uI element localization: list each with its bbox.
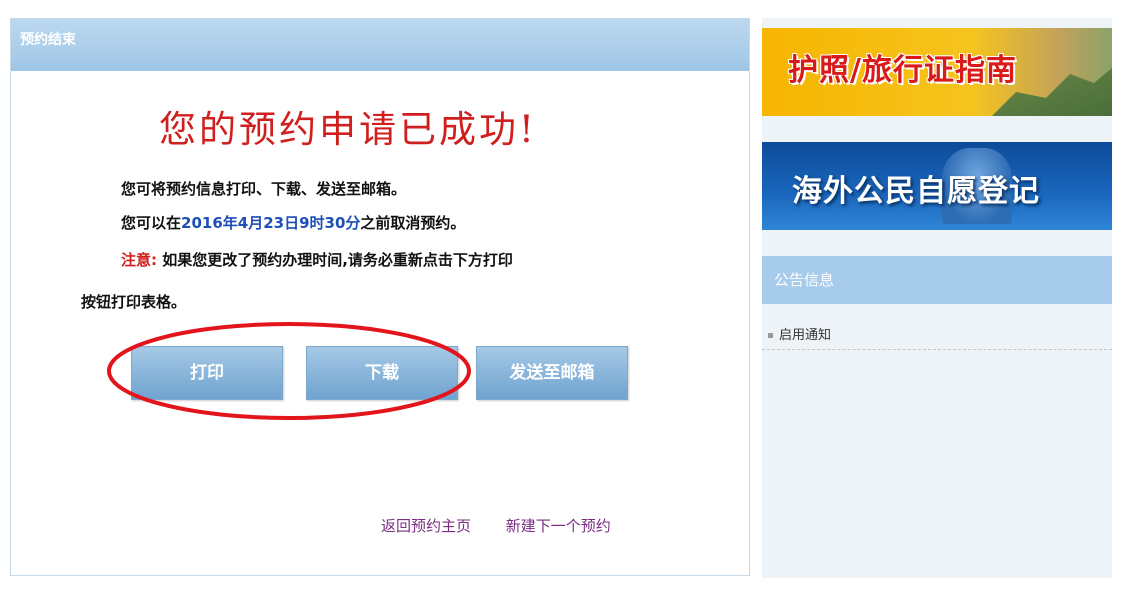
bottom-links: 返回预约主页 新建下一个预约 [381, 515, 641, 536]
passport-guide-banner[interactable]: 护照/旅行证指南 [762, 28, 1112, 116]
notice-item-label: 启用通知 [779, 328, 832, 343]
print-button[interactable]: 打印 [131, 346, 283, 400]
info-line-cancel-deadline: 您可以在2016年4月23日9时30分之前取消预约。 [121, 212, 465, 233]
back-home-link[interactable]: 返回预约主页 [381, 517, 471, 535]
notice-list: 启用通知 [762, 314, 1112, 350]
send-email-button[interactable]: 发送至邮箱 [476, 346, 628, 400]
success-title: 您的预约申请已成功! [159, 108, 537, 151]
cancel-suffix: 之前取消预约。 [360, 214, 466, 232]
panel-header: 预约结束 [11, 19, 749, 71]
info-line-notice: 注意: 如果您更改了预约办理时间,请务必重新点击下方打印 [121, 249, 513, 270]
main-panel: 预约结束 您的预约申请已成功! 您可将预约信息打印、下载、发送至邮箱。 您可以在… [10, 18, 750, 576]
notice-text: 如果您更改了预约办理时间,请务必重新点击下方打印 [162, 251, 513, 269]
download-button[interactable]: 下载 [306, 346, 458, 400]
info-line-notice-cont: 按钮打印表格。 [81, 293, 187, 311]
bullet-icon [768, 333, 773, 338]
cancel-datetime: 2016年4月23日9时30分 [181, 214, 361, 232]
new-booking-link[interactable]: 新建下一个预约 [506, 517, 611, 535]
notice-header: 公告信息 [762, 256, 1112, 304]
cancel-prefix: 您可以在 [121, 214, 182, 232]
notice-item[interactable]: 启用通知 [762, 314, 1112, 350]
overseas-registration-banner[interactable]: 海外公民自愿登记 [762, 142, 1112, 230]
notice-label: 注意: [121, 251, 157, 269]
sidebar: 护照/旅行证指南 海外公民自愿登记 公告信息 启用通知 [762, 18, 1112, 578]
info-line-actions: 您可将预约信息打印、下载、发送至邮箱。 [121, 180, 407, 198]
passport-guide-text: 护照/旅行证指南 [788, 53, 1017, 88]
overseas-registration-text: 海外公民自愿登记 [792, 174, 1040, 209]
